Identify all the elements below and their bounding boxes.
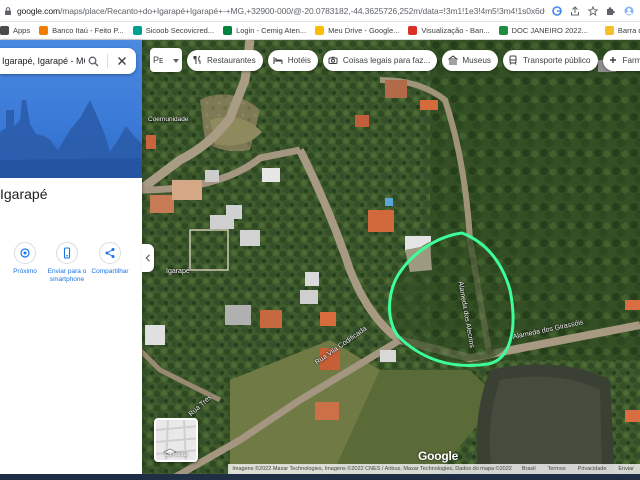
chip-restaurant[interactable]: Restaurantes — [187, 49, 263, 71]
museum-icon — [447, 55, 458, 66]
action-label: Compartilhar — [91, 268, 129, 275]
action-label: Próximo — [13, 268, 37, 275]
footer-links: Brasil Termos Privacidade Enviar — [515, 464, 640, 474]
browser-address-bar[interactable]: google.com/maps/place/Recanto+do+Igarapé… — [0, 0, 640, 22]
search-box[interactable]: Igarapé, Igarapé - MG — [0, 48, 136, 74]
place-label: Coemunidade — [148, 116, 189, 123]
place-label: Igarapé — [166, 268, 190, 275]
bookmark-label: Visualização - Ban... — [421, 26, 490, 35]
bookmark-label: Banco Itaú - Feito P... — [52, 26, 124, 35]
bookmark-item[interactable]: Apps — [0, 26, 30, 35]
extension-icon[interactable] — [605, 5, 616, 16]
bookmark-item[interactable]: Banco Itaú - Feito P... — [39, 26, 124, 35]
search-input[interactable]: Igarapé, Igarapé - MG — [0, 56, 85, 66]
chip-transit[interactable]: Transporte público — [502, 49, 598, 71]
chip-label: Museus — [462, 55, 491, 65]
search-divider — [107, 54, 108, 68]
apps-icon — [0, 26, 9, 35]
layer-select[interactable]: Pᴇ — [150, 48, 182, 72]
google-icon[interactable] — [551, 5, 562, 16]
chip-label: Transporte público — [522, 55, 591, 65]
chip-label: Hotéis — [287, 55, 311, 65]
restaurant-icon — [192, 55, 203, 66]
doc-icon — [498, 26, 508, 35]
bookmark-label: Apps — [13, 26, 31, 35]
send-to-phone-button[interactable]: Enviar para o smartphone — [45, 242, 89, 284]
os-taskbar — [0, 474, 640, 480]
map-category-bar: Pᴇ Restaurantes Hotéis Coisas legais para f… — [150, 48, 640, 72]
chip-pharmacy[interactable]: Farm — [602, 49, 640, 71]
close-icon[interactable] — [114, 53, 130, 69]
bookmark-label: Sicoob Secovicred... — [145, 26, 215, 35]
bookmark-label: Barra de favoritos — [617, 26, 640, 35]
bookmark-item[interactable]: Barra de favoritos — [604, 26, 640, 35]
url-text[interactable]: google.com/maps/place/Recanto+do+Igarapé… — [17, 6, 545, 16]
bookmark-item[interactable]: Meu Drive - Google... — [315, 26, 399, 35]
action-label: Enviar para o smartphone — [47, 268, 87, 283]
folder-icon — [604, 26, 614, 35]
collapse-panel-button[interactable] — [142, 244, 154, 272]
hotel-icon — [273, 55, 284, 66]
footer-link[interactable]: Brasil — [516, 466, 542, 472]
star-icon[interactable] — [587, 5, 598, 16]
browser-action-icons — [545, 5, 640, 16]
pharmacy-icon — [608, 55, 619, 66]
bookmark-label: DOC JANEIRO 2022... — [511, 26, 588, 35]
chip-hotel[interactable]: Hotéis — [267, 49, 318, 71]
bookmark-item[interactable]: DOC JANEIRO 2022... — [498, 26, 588, 35]
nearby-icon — [14, 242, 36, 264]
bookmark-label: Meu Drive - Google... — [328, 26, 400, 35]
share-button[interactable]: Compartilhar — [88, 242, 132, 276]
chip-label: Restaurantes — [207, 55, 256, 65]
nearby-button[interactable]: Próximo — [3, 242, 47, 276]
share-icon — [99, 242, 121, 264]
google-logo: Google — [418, 449, 459, 463]
url-path: /maps/place/Recanto+do+Igarapé+Igarapé+-… — [59, 5, 545, 16]
chip-museum[interactable]: Museus — [442, 49, 498, 71]
lock-icon[interactable] — [3, 6, 13, 16]
place-side-panel: Igarapé, Igarapé - MG Igarapé Próximo Env… — [0, 40, 142, 474]
chip-label: Farm — [622, 55, 640, 65]
footer-link[interactable]: Termos — [542, 466, 572, 472]
chip-camera[interactable]: Coisas legais para faz... — [322, 49, 438, 71]
camera-icon — [328, 55, 339, 66]
sicoob-icon — [132, 26, 142, 35]
bank-icon — [408, 26, 418, 35]
screen: google.com/maps/place/Recanto+do+Igarapé… — [0, 0, 640, 480]
caret-down-icon — [173, 55, 179, 65]
chip-label: Coisas legais para faz... — [342, 55, 431, 65]
layer-select-value: Pᴇ — [153, 55, 164, 65]
map-attribution: Imagens ©2022 Maxar Technologies, Imagen… — [228, 464, 516, 474]
url-domain: google.com — [17, 5, 60, 16]
chevron-left-icon — [145, 254, 150, 262]
map-footer: Imagens ©2022 Maxar Technologies, Imagen… — [0, 464, 640, 474]
transit-icon — [508, 55, 519, 66]
drive-icon — [315, 26, 325, 35]
bookmark-item[interactable]: Login - Cemig Aten... — [223, 26, 306, 35]
footer-link[interactable]: Enviar — [612, 466, 640, 472]
search-icon[interactable] — [85, 53, 101, 69]
cemig-icon — [223, 26, 233, 35]
footer-link[interactable]: Privacidade — [572, 466, 613, 472]
layers-label: Camadas — [164, 452, 188, 458]
layers-button[interactable]: Camadas — [154, 418, 198, 462]
bookmark-item[interactable]: Visualização - Ban... — [408, 26, 490, 35]
place-title: Igarapé — [0, 186, 48, 202]
bookmark-label: Login - Cemig Aten... — [236, 26, 307, 35]
bookmarks-bar: Apps Banco Itaú - Feito P... Sicoob Secovi… — [0, 22, 640, 40]
itau-icon — [39, 26, 49, 35]
profile-icon[interactable] — [623, 5, 634, 16]
bookmark-item[interactable]: Sicoob Secovicred... — [132, 26, 215, 35]
send-to-phone-icon — [56, 242, 78, 264]
place-actions: Próximo Enviar para o smartphone Compartil… — [0, 242, 142, 296]
share-icon[interactable] — [569, 5, 580, 16]
